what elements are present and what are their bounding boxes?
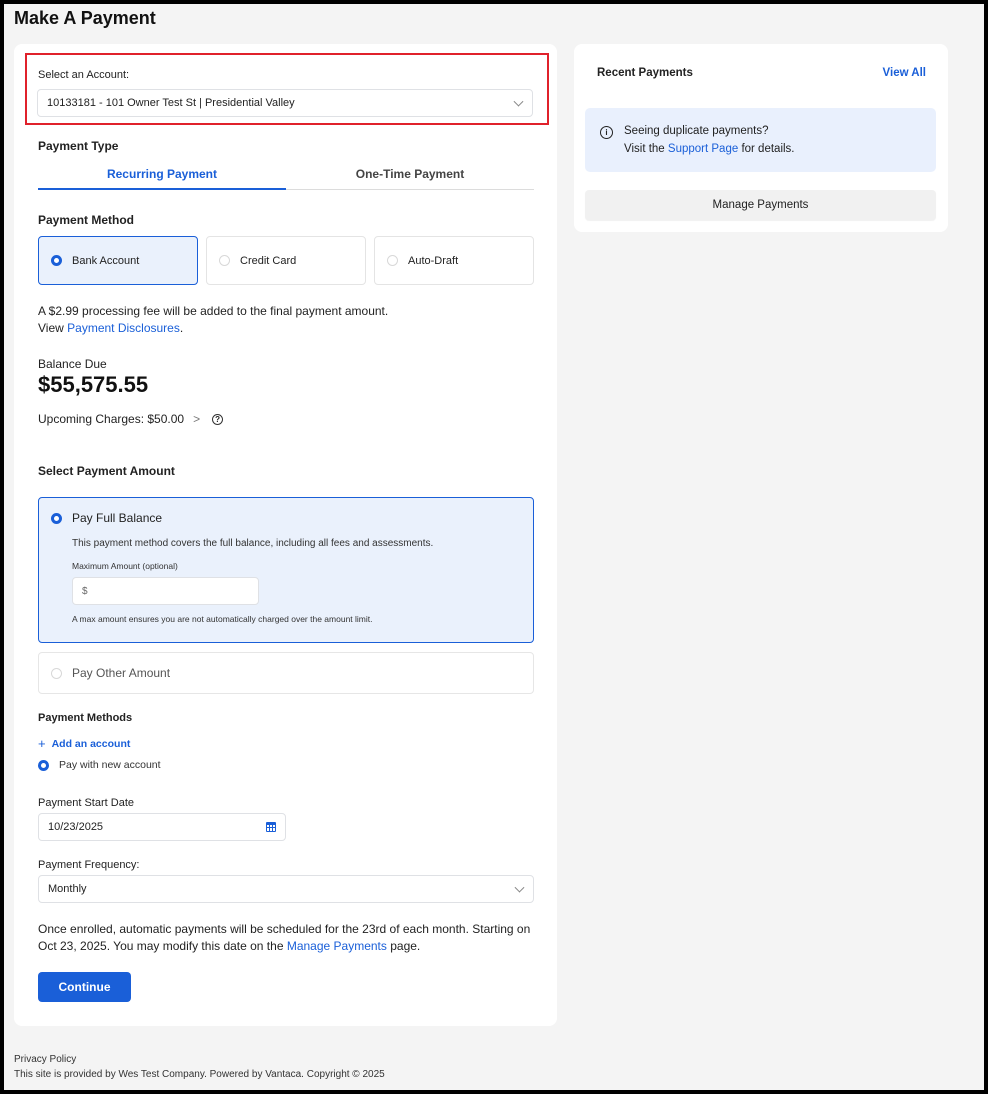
payment-type-label: Payment Type bbox=[38, 139, 119, 153]
help-icon[interactable]: ? bbox=[212, 413, 224, 425]
pay-other-amount-label: Pay Other Amount bbox=[72, 666, 171, 680]
view-all-link[interactable]: View All bbox=[883, 67, 926, 79]
method-auto-draft[interactable]: Auto-Draft bbox=[374, 236, 534, 285]
support-page-link[interactable]: Support Page bbox=[668, 143, 738, 155]
radio-empty-icon bbox=[51, 667, 62, 679]
max-amount-placeholder: $ bbox=[82, 585, 88, 597]
privacy-policy-link[interactable]: Privacy Policy bbox=[14, 1054, 76, 1065]
manage-payments-link[interactable]: Manage Payments bbox=[287, 939, 387, 953]
page-title: Make A Payment bbox=[14, 8, 156, 28]
add-account-label: Add an account bbox=[51, 737, 131, 750]
radio-selected-icon bbox=[51, 512, 62, 524]
plus-icon: + bbox=[38, 736, 46, 751]
calendar-icon[interactable] bbox=[266, 822, 276, 832]
chevron-right-icon: > bbox=[193, 412, 201, 426]
upcoming-charges[interactable]: Upcoming Charges: $50.00 > ? bbox=[38, 412, 224, 426]
notice-title: Seeing duplicate payments? bbox=[624, 125, 769, 137]
payment-method-label: Payment Method bbox=[38, 213, 135, 227]
pay-full-balance-description: This payment method covers the full bala… bbox=[72, 538, 434, 549]
tab-one-time-payment[interactable]: One-Time Payment bbox=[286, 164, 534, 190]
max-amount-label: Maximum Amount (optional) bbox=[72, 561, 178, 571]
payment-methods-label: Payment Methods bbox=[38, 712, 133, 724]
max-amount-input[interactable]: $ bbox=[72, 577, 259, 605]
start-date-input[interactable]: 10/23/2025 bbox=[38, 813, 286, 841]
pay-other-amount-option[interactable]: Pay Other Amount bbox=[38, 652, 534, 694]
schedule-line-1: Once enrolled, automatic payments will b… bbox=[38, 922, 531, 936]
method-credit-card[interactable]: Credit Card bbox=[206, 236, 366, 285]
balance-due-label: Balance Due bbox=[38, 357, 107, 371]
pay-full-balance-title: Pay Full Balance bbox=[51, 511, 162, 525]
recent-payments-title: Recent Payments bbox=[597, 67, 693, 79]
radio-empty-icon bbox=[219, 255, 230, 266]
notice-prefix: Visit the bbox=[624, 143, 668, 155]
schedule-text: Once enrolled, automatic payments will b… bbox=[38, 921, 530, 955]
processing-fee-text: A $2.99 processing fee will be added to … bbox=[38, 303, 388, 337]
payment-disclosures-link[interactable]: Payment Disclosures bbox=[67, 321, 180, 335]
footer-copyright: This site is provided by Wes Test Compan… bbox=[14, 1069, 385, 1080]
account-select-label: Select an Account: bbox=[38, 69, 130, 81]
payment-form-card: Select an Account: 10133181 - 101 Owner … bbox=[14, 44, 557, 1026]
continue-button[interactable]: Continue bbox=[38, 972, 131, 1002]
radio-selected-icon bbox=[51, 255, 62, 266]
method-bank-account[interactable]: Bank Account bbox=[38, 236, 198, 285]
radio-selected-icon bbox=[38, 759, 49, 771]
method-auto-draft-label: Auto-Draft bbox=[408, 254, 459, 267]
radio-empty-icon bbox=[387, 255, 398, 266]
frequency-select[interactable]: Monthly bbox=[38, 875, 534, 903]
start-date-label: Payment Start Date bbox=[38, 797, 134, 809]
pay-full-balance-option[interactable]: Pay Full Balance This payment method cov… bbox=[38, 497, 534, 643]
frequency-label: Payment Frequency: bbox=[38, 859, 140, 871]
notice-suffix: for details. bbox=[738, 143, 795, 155]
schedule-line-2-suffix: page. bbox=[386, 939, 421, 953]
method-bank-account-label: Bank Account bbox=[72, 254, 140, 267]
upcoming-charges-text: Upcoming Charges: $50.00 bbox=[38, 412, 185, 426]
disclosure-suffix: . bbox=[179, 321, 184, 335]
manage-payments-button[interactable]: Manage Payments bbox=[585, 190, 936, 220]
disclosure-prefix: View bbox=[38, 321, 68, 335]
max-amount-hint: A max amount ensures you are not automat… bbox=[72, 614, 373, 624]
recent-payments-card: Recent Payments View All i Seeing duplic… bbox=[574, 44, 948, 232]
balance-due-amount: $55,575.55 bbox=[38, 372, 149, 397]
account-select[interactable]: 10133181 - 101 Owner Test St | President… bbox=[37, 89, 533, 117]
info-icon: i bbox=[600, 126, 613, 139]
schedule-line-2-prefix: Oct 23, 2025. You may modify this date o… bbox=[38, 939, 287, 953]
add-account-button[interactable]: + Add an account bbox=[38, 736, 130, 751]
method-credit-card-label: Credit Card bbox=[240, 254, 297, 267]
payment-type-tabs: Recurring Payment One-Time Payment bbox=[38, 164, 534, 190]
account-select-value: 10133181 - 101 Owner Test St | President… bbox=[47, 97, 295, 109]
pay-full-balance-label: Pay Full Balance bbox=[72, 511, 163, 525]
chevron-down-icon bbox=[513, 96, 524, 107]
frequency-value: Monthly bbox=[48, 883, 87, 895]
account-select-highlight: Select an Account: 10133181 - 101 Owner … bbox=[25, 53, 549, 125]
notice-detail: Visit the Support Page for details. bbox=[624, 143, 795, 155]
start-date-value: 10/23/2025 bbox=[48, 821, 104, 833]
tab-recurring-payment[interactable]: Recurring Payment bbox=[38, 164, 286, 190]
pay-with-new-account-label: Pay with new account bbox=[59, 759, 161, 771]
duplicate-payments-notice: i Seeing duplicate payments? Visit the S… bbox=[585, 108, 936, 172]
chevron-down-icon bbox=[514, 882, 525, 893]
pay-with-new-account-option[interactable]: Pay with new account bbox=[38, 759, 161, 771]
select-amount-label: Select Payment Amount bbox=[38, 464, 175, 478]
processing-fee-line: A $2.99 processing fee will be added to … bbox=[38, 304, 389, 318]
